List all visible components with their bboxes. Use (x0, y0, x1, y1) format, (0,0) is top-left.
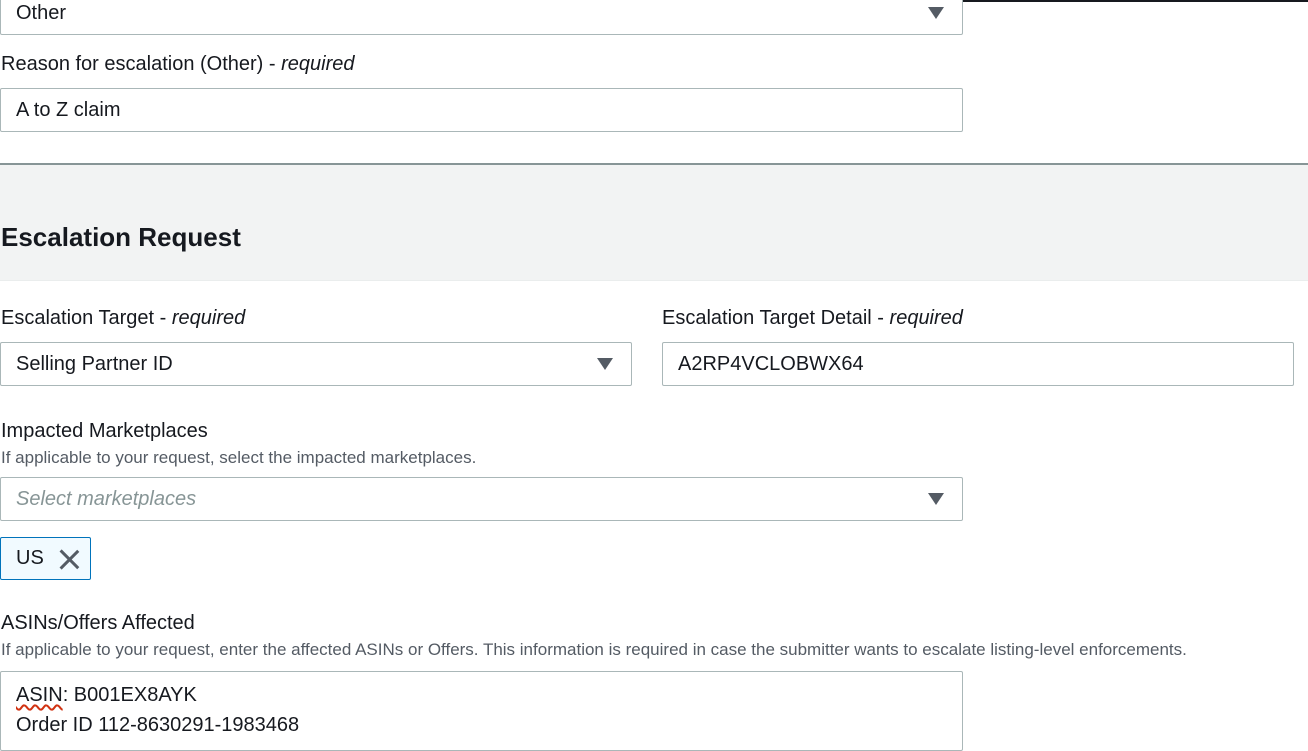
escalation-target-value: Selling Partner ID (16, 352, 173, 375)
marketplaces-select[interactable]: Select marketplaces (0, 477, 963, 521)
marketplaces-placeholder: Select marketplaces (16, 487, 197, 510)
token-label: US (16, 547, 44, 569)
section-title: Escalation Request (1, 222, 241, 252)
escalation-target-detail-label-text: Escalation Target Detail (662, 307, 872, 329)
escalation-target-detail-value: A2RP4VCLOBWX64 (678, 352, 864, 375)
required-marker: required (281, 53, 355, 75)
escalation-reason-select[interactable]: Other (0, 0, 963, 35)
escalation-target-select[interactable]: Selling Partner ID (0, 342, 632, 386)
asins-textarea[interactable]: ASIN: B001EX8AYK Order ID 112-8630291-19… (0, 671, 963, 751)
reason-input-value: A to Z claim (16, 98, 121, 121)
asins-label: ASINs/Offers Affected (1, 612, 195, 634)
asins-description: If applicable to your request, enter the… (1, 640, 1187, 659)
marketplaces-label: Impacted Marketplaces (1, 420, 208, 442)
marketplace-token-us: US (0, 537, 91, 580)
escalation-reason-select-value: Other (16, 1, 67, 24)
escalation-target-label: Escalation Target - required (1, 307, 246, 329)
required-marker: required (889, 307, 963, 329)
textarea-line-1: ASIN: B001EX8AYK (16, 680, 947, 710)
escalation-target-detail-input[interactable]: A2RP4VCLOBWX64 (662, 342, 1294, 386)
spellcheck-word: ASIN (16, 684, 63, 706)
close-icon[interactable] (58, 548, 80, 570)
asin-value: : B001EX8AYK (62, 684, 197, 706)
reason-label-text: Reason for escalation (Other) (1, 53, 264, 75)
caret-down-icon (928, 493, 944, 505)
reason-input[interactable]: A to Z claim (0, 88, 963, 132)
textarea-line-2: Order ID 112-8630291-1983468 (16, 714, 300, 736)
escalation-target-label-text: Escalation Target (1, 307, 155, 329)
caret-down-icon (597, 358, 613, 370)
caret-down-icon (928, 7, 944, 19)
required-marker: required (171, 307, 246, 329)
marketplaces-description: If applicable to your request, select th… (1, 448, 477, 467)
reason-field-label: Reason for escalation (Other) - required (1, 53, 355, 75)
escalation-target-detail-label: Escalation Target Detail - required (662, 307, 963, 329)
